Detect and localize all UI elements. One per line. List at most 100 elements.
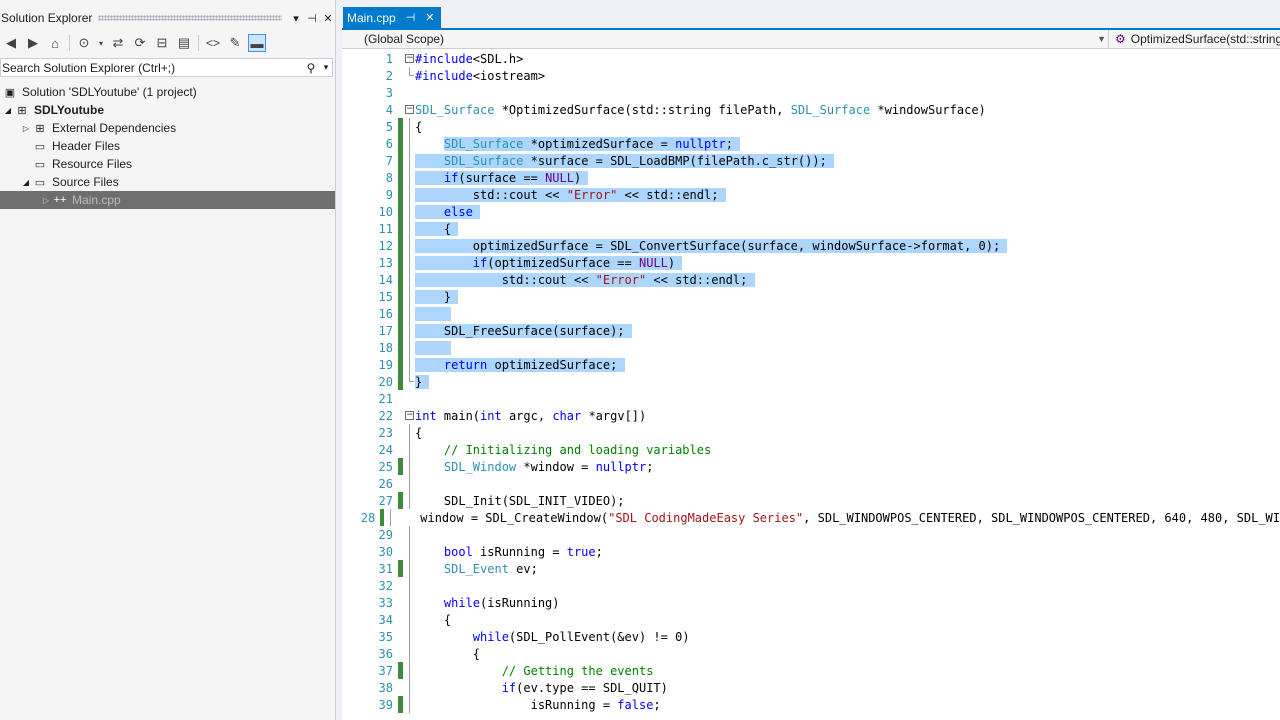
tree-item-solution[interactable]: ▣ Solution 'SDLYoutube' (1 project) [0,83,335,101]
expanded-arrow-icon[interactable]: ◢ [20,178,32,187]
code-text: SDL_Surface *OptimizedSurface(std::strin… [415,102,986,117]
code-line[interactable]: 28 window = SDL_CreateWindow("SDL Coding… [342,509,1280,526]
tree-item-label: SDLYoutube [34,103,105,117]
tree-item-source-files[interactable]: ◢ ▭ Source Files [0,173,335,191]
code-line[interactable]: 18 [342,339,1280,356]
code-line[interactable]: 3 [342,84,1280,101]
code-line[interactable]: 11 { [342,220,1280,237]
line-number: 9 [385,187,393,202]
code-line[interactable]: 4− SDL_Surface *OptimizedSurface(std::str… [342,101,1280,118]
code-line[interactable]: 1− #include<SDL.h> [342,50,1280,67]
sync-with-active-document-icon[interactable]: ⇄ [109,34,127,52]
search-icon[interactable]: ⚲ [302,61,320,75]
filter-folder-icon: ▭ [34,158,46,171]
member-value: OptimizedSurface(std::string filePath, S… [1130,32,1280,46]
forward-icon[interactable]: ▶ [24,34,42,52]
code-line[interactable]: 8 if(surface == NULL) [342,169,1280,186]
auto-hide-pin-icon[interactable]: ⊣ [304,12,320,25]
tab-main-cpp[interactable]: Main.cpp ⊣ ✕ [343,7,441,28]
tree-item-main-cpp[interactable]: ▷ ++ Main.cpp [0,191,335,209]
line-number: 38 [378,680,393,695]
code-line[interactable]: 31 SDL_Event ev; [342,560,1280,577]
dropdown-arrow-icon[interactable]: ▾ [97,34,105,52]
home-icon[interactable]: ⌂ [46,34,64,52]
code-text: window = SDL_CreateWindow("SDL CodingMad… [391,510,1280,525]
collapsed-arrow-icon[interactable]: ▷ [20,124,32,133]
properties-wrench-icon[interactable]: ✎ [226,34,244,52]
window-position-dropdown-icon[interactable]: ▾ [288,12,304,25]
refresh-icon[interactable]: ⟳ [131,34,149,52]
expanded-arrow-icon[interactable]: ◢ [2,106,14,115]
tree-item-resource-files[interactable]: ▭ Resource Files [0,155,335,173]
search-options-dropdown-icon[interactable]: ▾ [320,62,332,73]
pin-tab-icon[interactable]: ⊣ [406,11,416,24]
code-line[interactable]: 32 [342,577,1280,594]
outline-guide [403,424,415,441]
code-line[interactable]: 7 SDL_Surface *surface = SDL_LoadBMP(fil… [342,152,1280,169]
code-line[interactable]: 36 { [342,645,1280,662]
preview-selected-items-icon[interactable]: ▬ [248,34,266,52]
code-line[interactable]: 39 isRunning = false; [342,696,1280,713]
tree-item-header-files[interactable]: ▭ Header Files [0,137,335,155]
code-text: else [415,204,481,219]
line-number: 2 [385,68,393,83]
line-number: 21 [378,391,393,406]
code-line[interactable]: 29 [342,526,1280,543]
scope-dropdown[interactable]: (Global Scope) ▼ [342,30,1109,48]
code-line[interactable]: 37 // Getting the events [342,662,1280,679]
chevron-down-icon[interactable]: ▼ [1097,34,1106,44]
line-number: 35 [378,629,393,644]
show-all-files-icon[interactable]: ▤ [175,34,193,52]
collapse-outline-icon[interactable]: − [403,50,415,67]
view-code-icon[interactable]: <> [204,34,222,52]
code-line[interactable]: 35 while(SDL_PollEvent(&ev) != 0) [342,628,1280,645]
code-line[interactable]: 33 while(isRunning) [342,594,1280,611]
code-line[interactable]: 5{ [342,118,1280,135]
collapse-outline-icon[interactable]: − [403,407,415,424]
line-number: 36 [378,646,393,661]
code-line[interactable]: 2 #include<iostream> [342,67,1280,84]
tree-item-external-dependencies[interactable]: ▷ ⊞ External Dependencies [0,119,335,137]
collapse-all-icon[interactable]: ⊟ [153,34,171,52]
code-line[interactable]: 30 bool isRunning = true; [342,543,1280,560]
code-line[interactable]: 24 // Initializing and loading variables [342,441,1280,458]
code-line[interactable]: 9 std::cout << "Error" << std::endl; [342,186,1280,203]
code-line[interactable]: 19 return optimizedSurface; [342,356,1280,373]
drag-grip[interactable] [98,15,282,21]
code-line[interactable]: 38 if(ev.type == SDL_QUIT) [342,679,1280,696]
code-line[interactable]: 13 if(optimizedSurface == NULL) [342,254,1280,271]
search-input[interactable] [1,60,302,75]
code-text: { [415,646,481,661]
code-line[interactable]: 20} [342,373,1280,390]
code-line[interactable]: 14 std::cout << "Error" << std::endl; [342,271,1280,288]
code-line[interactable]: 12 optimizedSurface = SDL_ConvertSurface… [342,237,1280,254]
code-area[interactable]: 1− #include<SDL.h> 2 #include<iostream> 3 4− S… [342,50,1280,720]
code-line[interactable]: 6 SDL_Surface *optimizedSurface = nullpt… [342,135,1280,152]
code-line[interactable]: 27 SDL_Init(SDL_INIT_VIDEO); [342,492,1280,509]
solution-explorer-panel: Solution Explorer ▾ ⊣ ✕ ◀ ▶ ⌂ ⊙ ▾ ⇄ ⟳ ⊟ … [0,0,336,720]
code-line[interactable]: 34 { [342,611,1280,628]
code-line[interactable]: 21 [342,390,1280,407]
close-icon[interactable]: ✕ [320,12,336,25]
code-text: SDL_FreeSurface(surface); [415,323,632,338]
code-line[interactable]: 22− int main(int argc, char *argv[]) [342,407,1280,424]
pending-changes-filter-icon[interactable]: ⊙ [75,34,93,52]
outline-guide [403,628,415,645]
code-line[interactable]: 16 [342,305,1280,322]
code-line[interactable]: 25 SDL_Window *window = nullptr; [342,458,1280,475]
collapsed-arrow-icon[interactable]: ▷ [40,196,52,205]
code-line[interactable]: 15 } [342,288,1280,305]
member-dropdown[interactable]: ⚙ OptimizedSurface(std::string filePath,… [1109,30,1280,48]
close-tab-icon[interactable]: ✕ [425,11,434,24]
code-line[interactable]: 26 [342,475,1280,492]
solution-explorer-search[interactable]: ⚲ ▾ [0,58,333,77]
back-icon[interactable]: ◀ [2,34,20,52]
code-line[interactable]: 17 SDL_FreeSurface(surface); [342,322,1280,339]
code-line[interactable]: 10 else [342,203,1280,220]
outline-guide [403,390,415,407]
code-line[interactable]: 23 { [342,424,1280,441]
tree-item-project[interactable]: ◢ ⊞ SDLYoutube [0,101,335,119]
collapse-outline-icon[interactable]: − [403,101,415,118]
code-text: // Initializing and loading variables [415,442,712,457]
solution-explorer-titlebar: Solution Explorer ▾ ⊣ ✕ [0,8,336,28]
